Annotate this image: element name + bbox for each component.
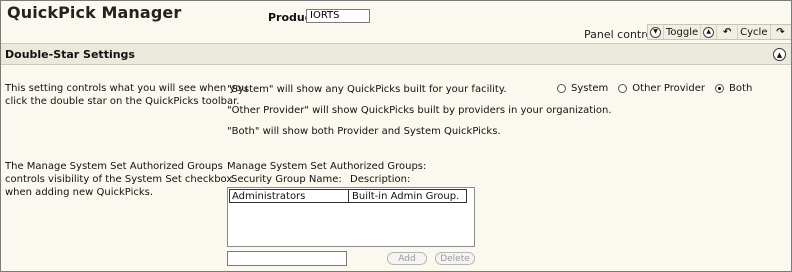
delete-button[interactable]: Delete [435,252,475,265]
description-line: when adding new QuickPicks. [5,187,154,198]
toggle-expand-button[interactable]: ▲ [701,25,718,39]
radio-label: System [571,83,609,94]
column-header-group-name: Security Group Name: [231,174,342,185]
section-title: Double-Star Settings [5,48,135,61]
group-name-cell: Administrators [230,190,349,202]
cycle-label: Cycle [740,26,768,38]
description-line: This setting controls what you will see … [5,83,248,94]
product-input[interactable]: IORTS [306,9,370,23]
radio-option-other-provider[interactable]: Other Provider [618,83,705,94]
info-system: "System" will show any QuickPicks built … [227,84,507,95]
toggle-button[interactable]: Toggle [664,25,702,39]
cycle-back-button[interactable]: ↶ [717,25,739,39]
chevron-down-circle-icon: ▼ [650,26,661,38]
auth-groups-description: The Manage System Set Authorized Groups … [5,160,232,199]
app-title: QuickPick Manager [7,3,182,22]
list-item[interactable]: Administrators Built-in Admin Group. [229,189,467,203]
description-line: click the double star on the QuickPicks … [5,96,240,107]
column-header-description: Description: [350,174,411,185]
radio-button[interactable] [557,84,566,93]
double-star-radio-group: System Other Provider Both [557,83,762,94]
radio-label: Both [729,83,753,94]
description-line: controls visibility of the System Set ch… [5,174,233,185]
panel-control-label: Panel control [584,28,656,41]
cycle-forward-button[interactable]: ↷ [771,25,791,39]
chevron-up-circle-icon: ▲ [776,50,783,59]
undo-icon: ↶ [722,26,732,38]
collapse-section-button[interactable]: ▲ [773,48,786,61]
new-group-input[interactable] [227,251,347,266]
toggle-label: Toggle [666,26,699,38]
radio-option-system[interactable]: System [557,83,608,94]
description-line: The Manage System Set Authorized Groups [5,161,223,172]
panel-control-toolbar: ▼ Toggle ▲ ↶ Cycle ↷ [647,24,791,40]
double-star-description: This setting controls what you will see … [5,82,248,108]
radio-label: Other Provider [632,83,706,94]
redo-icon: ↷ [776,26,785,38]
auth-groups-heading: Manage System Set Authorized Groups: [227,161,427,172]
toggle-collapse-button[interactable]: ▼ [648,25,664,39]
radio-option-both[interactable]: Both [715,83,752,94]
group-description-cell: Built-in Admin Group. [352,190,460,202]
info-both: "Both" will show both Provider and Syste… [227,126,501,137]
authorized-groups-list[interactable]: Administrators Built-in Admin Group. [227,187,475,247]
add-button[interactable]: Add [387,252,427,265]
radio-button[interactable] [618,84,628,93]
cycle-button[interactable]: Cycle [738,25,771,39]
chevron-up-circle-icon: ▲ [703,26,715,38]
double-star-section-header: Double-Star Settings ▲ [1,43,791,65]
quickpick-manager-window: QuickPick Manager Product IORTS Panel co… [0,0,792,272]
info-other-provider: "Other Provider" will show QuickPicks bu… [227,105,612,116]
radio-button-checked[interactable] [715,84,725,93]
